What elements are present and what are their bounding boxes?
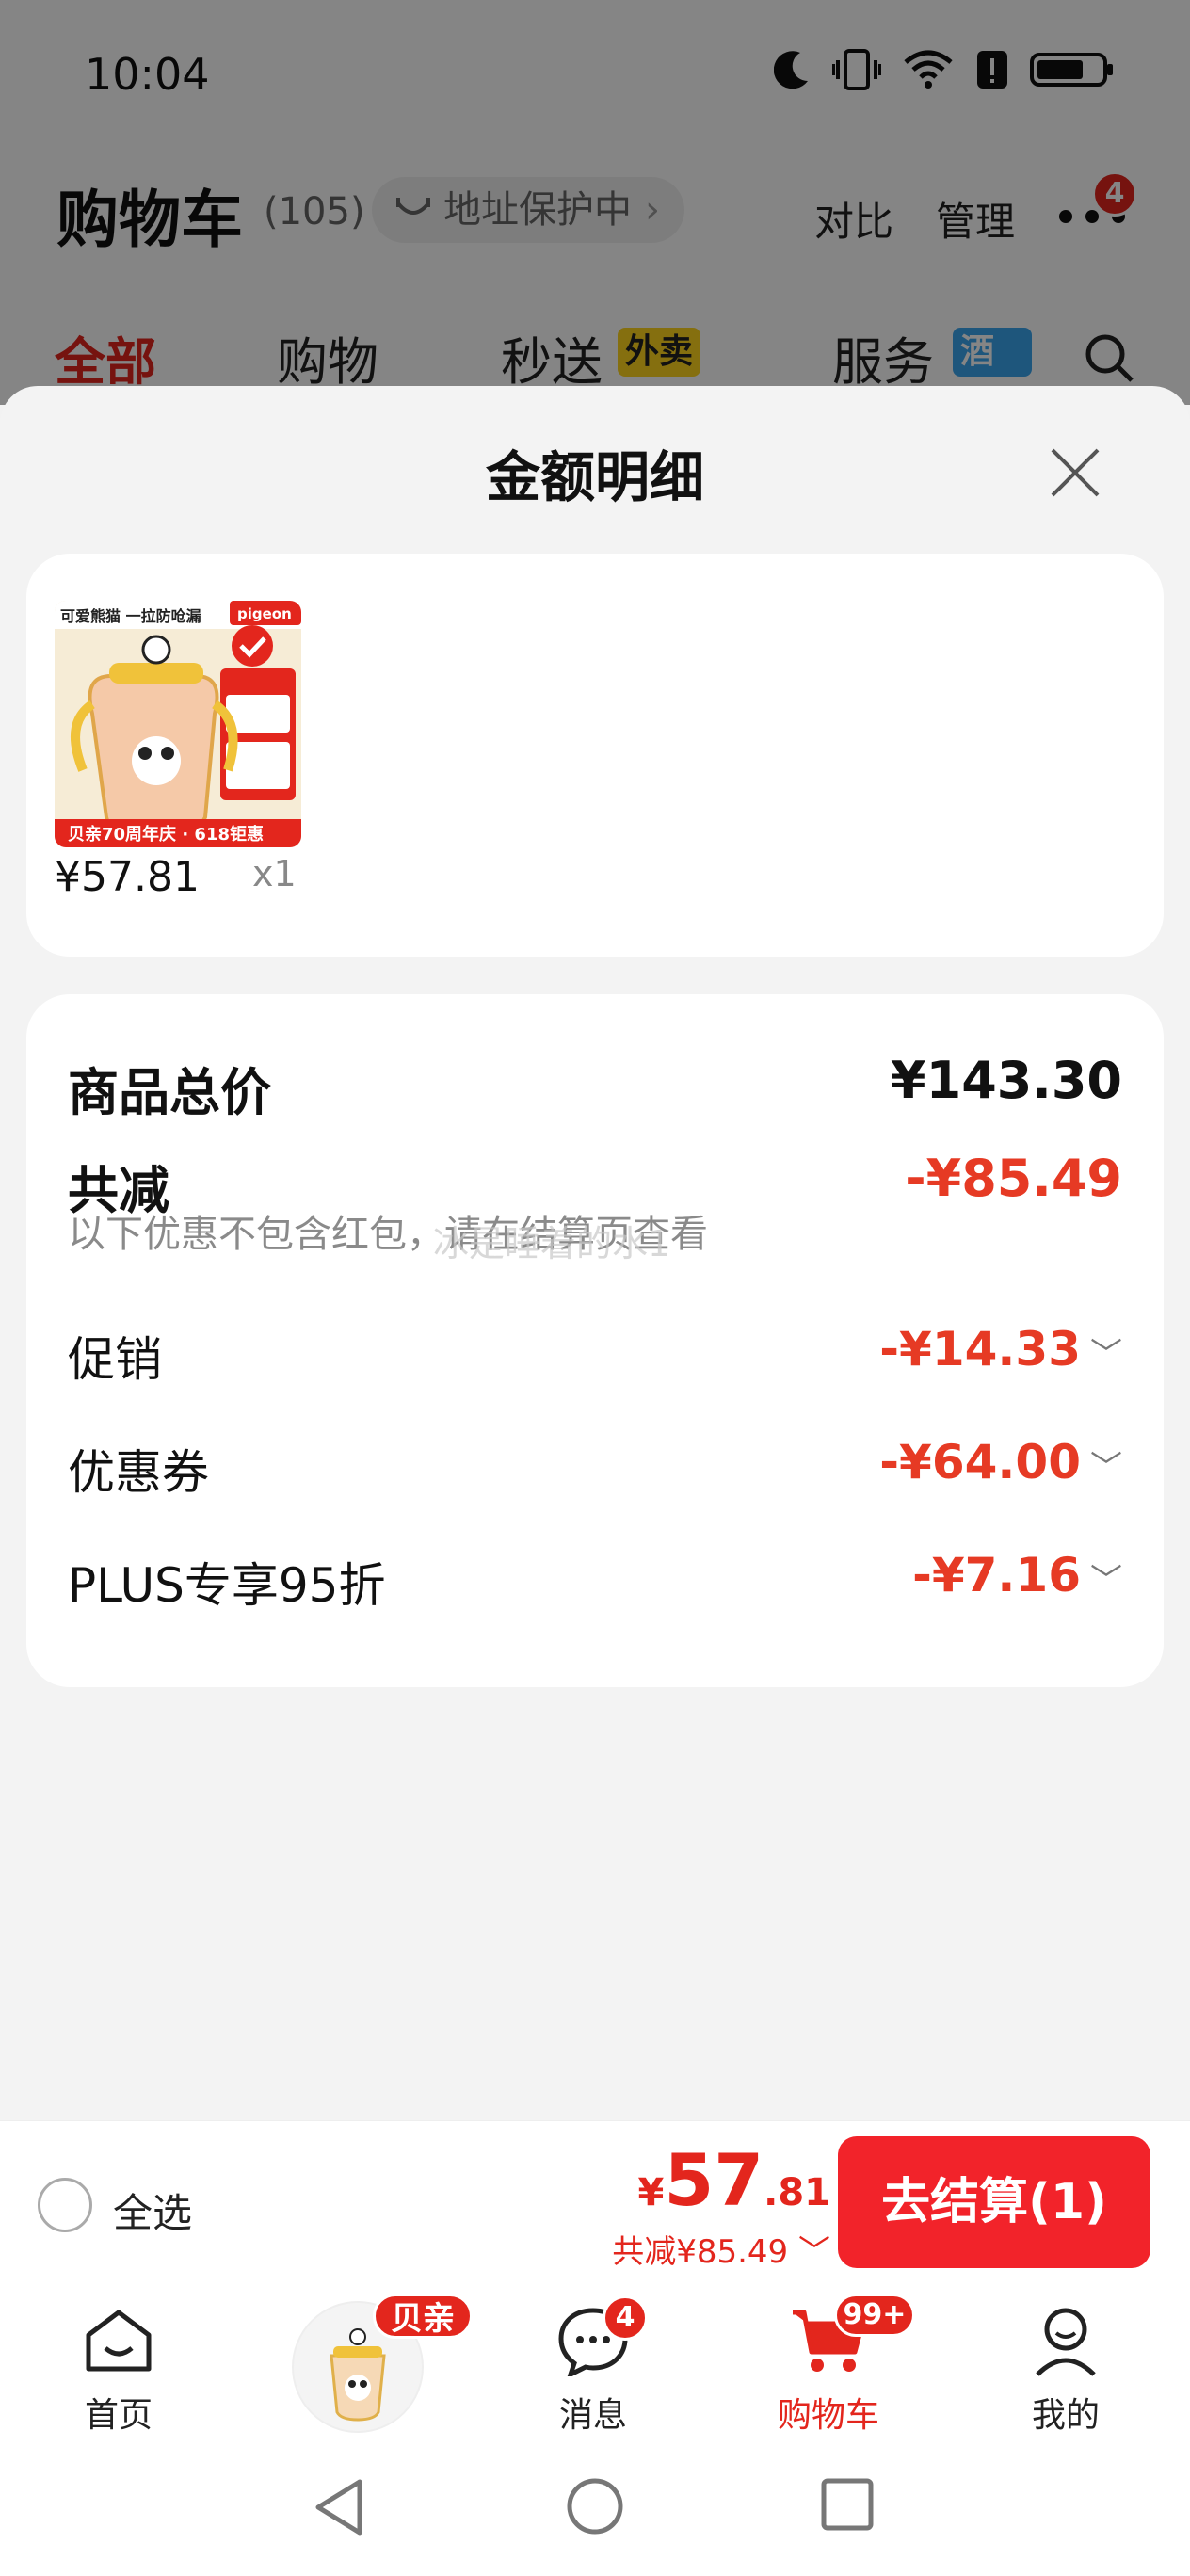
brand-promo-tag: 贝亲 bbox=[373, 2294, 473, 2339]
promotion-row[interactable]: 促销 -¥14.33 ﹀ bbox=[68, 1322, 1122, 1387]
price-detail-card: 商品总价 ¥143.30 共减 -¥85.49 以下优惠不包含红包，请在结算页查… bbox=[26, 994, 1164, 1687]
subtotal-label: 商品总价 bbox=[68, 1063, 271, 1122]
coupon-value: -¥64.00 bbox=[879, 1435, 1081, 1489]
tab-cart[interactable]: 购物车 99+ bbox=[744, 2294, 915, 2437]
profile-icon bbox=[1036, 2308, 1096, 2376]
tab-mine[interactable]: 我的 bbox=[981, 2301, 1150, 2437]
back-triangle-icon bbox=[315, 2479, 362, 2536]
product-thumb-headline: 可爱熊猫 一拉防呛漏 bbox=[60, 607, 201, 625]
promotion-label: 促销 bbox=[68, 1332, 162, 1387]
bottom-tab-bar: 首页 贝亲 消息 4 购物车 99+ 我的 bbox=[0, 2284, 1190, 2444]
messages-badge: 4 bbox=[603, 2295, 648, 2341]
close-button[interactable] bbox=[1045, 443, 1105, 503]
chevron-down-icon: ﹀ bbox=[798, 2233, 830, 2271]
coupon-label: 优惠券 bbox=[68, 1445, 209, 1500]
total-price: ¥57.81 共减¥85.49 ﹀ bbox=[612, 2138, 830, 2272]
tab-home[interactable]: 首页 bbox=[34, 2301, 203, 2437]
plus-discount-row[interactable]: PLUS专享95折 -¥7.16 ﹀ bbox=[68, 1548, 1122, 1613]
chevron-down-icon: ﹀ bbox=[1090, 1562, 1122, 1600]
chevron-down-icon: ﹀ bbox=[1090, 1449, 1122, 1487]
select-all-radio[interactable] bbox=[38, 2178, 92, 2232]
modal-overlay[interactable] bbox=[0, 0, 1190, 405]
tab-home-label: 首页 bbox=[84, 2396, 153, 2435]
recents-square-icon bbox=[821, 2478, 874, 2531]
discount-total-value: -¥85.49 bbox=[905, 1149, 1122, 1208]
sheet-title: 金额明细 bbox=[485, 445, 704, 509]
close-icon bbox=[1051, 448, 1100, 497]
watermark: 冰是睡着的水1 bbox=[433, 1223, 671, 1264]
promotion-value: -¥14.33 bbox=[879, 1322, 1081, 1377]
home-circle-icon bbox=[567, 2478, 623, 2535]
tab-cart-label: 购物车 bbox=[777, 2396, 879, 2435]
total-saved[interactable]: 共减¥85.49 ﹀ bbox=[612, 2226, 830, 2272]
product-card: 可爱熊猫 一拉防呛漏 pigeon 贝亲70周年庆 · 618钜惠 ¥57.81 bbox=[26, 554, 1164, 957]
nav-home-button[interactable] bbox=[565, 2476, 625, 2540]
checkout-button[interactable]: 去结算(1) bbox=[838, 2136, 1150, 2268]
product-thumb-brand: pigeon bbox=[237, 605, 292, 622]
system-navigation-bar bbox=[0, 2444, 1190, 2576]
product-thumb-promo: 贝亲70周年庆 · 618钜惠 bbox=[68, 824, 264, 845]
total-integer: 57 bbox=[664, 2138, 764, 2222]
product-price: ¥57.81 bbox=[55, 853, 200, 901]
plus-discount-value: -¥7.16 bbox=[912, 1548, 1081, 1602]
home-icon bbox=[86, 2310, 152, 2372]
cart-badge: 99+ bbox=[834, 2294, 915, 2337]
total-currency: ¥ bbox=[637, 2171, 665, 2214]
nav-back-button[interactable] bbox=[311, 2476, 367, 2542]
chevron-down-icon: ﹀ bbox=[1090, 1336, 1122, 1374]
product-thumbnail[interactable]: 可爱熊猫 一拉防呛漏 pigeon 贝亲70周年庆 · 618钜惠 bbox=[55, 601, 301, 847]
product-image: 可爱熊猫 一拉防呛漏 pigeon 贝亲70周年庆 · 618钜惠 bbox=[55, 601, 301, 847]
checkout-bar: 全选 ¥57.81 共减¥85.49 ﹀ 去结算(1) bbox=[0, 2120, 1190, 2284]
coupon-row[interactable]: 优惠券 -¥64.00 ﹀ bbox=[68, 1435, 1122, 1500]
select-all-label[interactable]: 全选 bbox=[113, 2182, 192, 2239]
nav-recents-button[interactable] bbox=[819, 2476, 876, 2536]
total-decimal: .81 bbox=[764, 2171, 830, 2214]
tab-messages[interactable]: 消息 4 bbox=[508, 2295, 678, 2437]
product-quantity: x1 bbox=[252, 853, 297, 894]
subtotal-row: 商品总价 ¥143.30 bbox=[68, 1051, 1122, 1122]
plus-discount-label: PLUS专享95折 bbox=[68, 1558, 386, 1613]
tab-mine-label: 我的 bbox=[1031, 2396, 1100, 2435]
tab-messages-label: 消息 bbox=[558, 2396, 627, 2435]
total-saved-label: 共减¥85.49 bbox=[612, 2233, 789, 2271]
subtotal-value: ¥143.30 bbox=[891, 1051, 1122, 1110]
